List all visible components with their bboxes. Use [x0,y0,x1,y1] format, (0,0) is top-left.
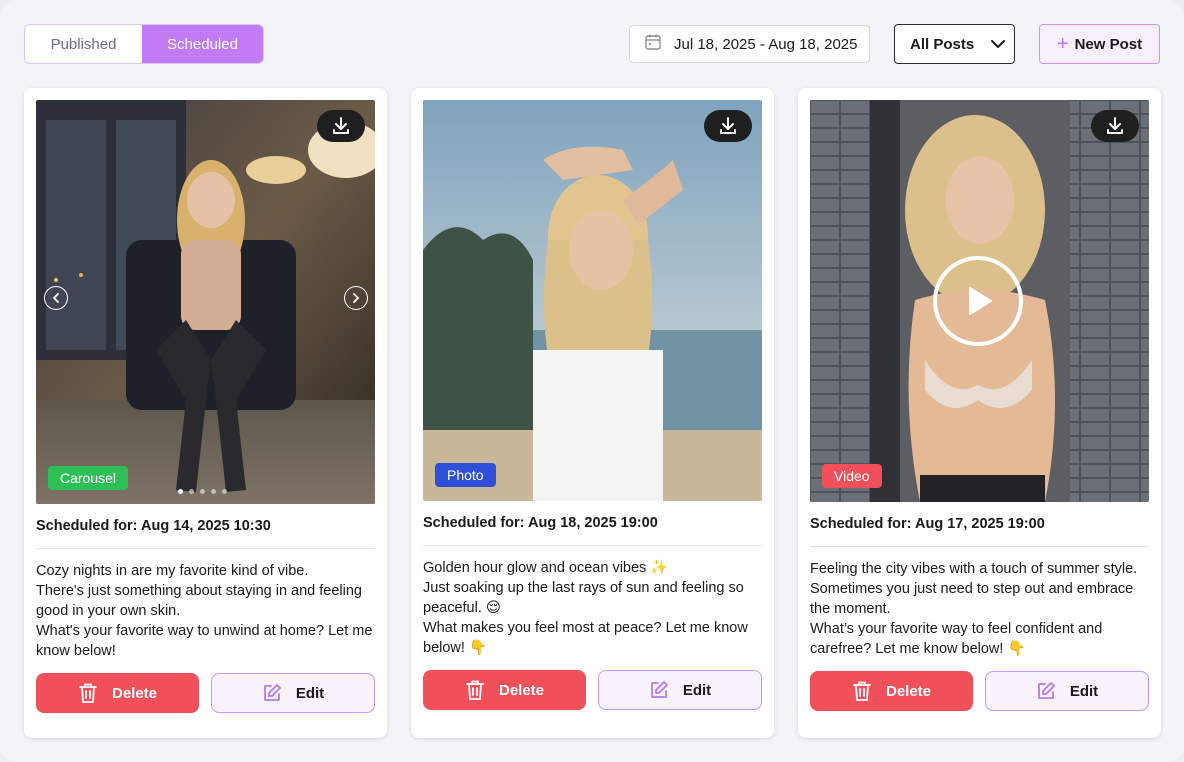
post-card: Video Scheduled for: Aug 17, 2025 19:00 … [798,88,1161,738]
delete-button[interactable]: Delete [36,673,199,713]
edit-label: Edit [1069,682,1099,700]
post-image [36,100,375,504]
divider [423,545,762,546]
chevron-left-icon [52,293,59,303]
download-icon [333,117,349,134]
post-card: Photo Scheduled for: Aug 18, 2025 19:00 … [411,88,774,738]
trash-icon [466,680,484,700]
post-media[interactable]: Carousel [36,100,375,504]
download-icon [720,117,736,134]
carousel-dot[interactable] [211,489,216,494]
status-tabs: Published Scheduled [24,24,264,64]
edit-button[interactable]: Edit [211,673,375,713]
carousel-dot[interactable] [222,489,227,494]
scheduled-time: Scheduled for: Aug 14, 2025 10:30 [36,518,271,534]
carousel-dot[interactable] [189,489,194,494]
scheduled-time: Scheduled for: Aug 17, 2025 19:00 [810,516,1045,532]
filter-label: All Posts [910,35,975,53]
scheduled-time: Scheduled for: Aug 18, 2025 19:00 [423,515,658,531]
trash-icon [853,681,871,701]
new-post-button[interactable]: + New Post [1039,24,1160,64]
post-media[interactable]: Photo [423,100,762,501]
delete-button[interactable]: Delete [810,671,973,711]
trash-icon [79,683,97,703]
delete-label: Delete [498,681,545,699]
download-button[interactable] [704,110,752,142]
edit-button[interactable]: Edit [985,671,1149,711]
post-caption: Feeling the city vibes with a touch of s… [810,559,1155,659]
chevron-right-icon [353,293,360,303]
plus-icon: + [1056,33,1069,55]
post-caption: Cozy nights in are my favorite kind of v… [36,561,381,661]
divider [36,548,375,549]
post-image [423,100,762,501]
carousel-dot[interactable] [178,489,183,494]
media-type-badge: Photo [435,463,496,487]
edit-label: Edit [295,684,325,702]
tab-published[interactable]: Published [25,25,142,63]
date-range-label: Jul 18, 2025 - Aug 18, 2025 [674,35,858,53]
play-icon [969,287,992,315]
post-caption: Golden hour glow and ocean vibes ✨ Just … [423,558,768,658]
calendar-icon [644,33,662,55]
tab-scheduled[interactable]: Scheduled [142,25,263,63]
chevron-down-icon [990,36,1006,53]
edit-button[interactable]: Edit [598,670,762,710]
edit-icon [650,681,668,698]
caption-line: What makes you feel most at peace? Let m… [423,620,748,656]
post-media[interactable]: Video [810,100,1149,502]
edit-icon [263,684,281,701]
play-button[interactable] [933,256,1023,346]
post-filter-dropdown[interactable]: All Posts [894,24,1015,64]
new-post-label: New Post [1074,35,1143,53]
caption-line: Feeling the city vibes with a touch of s… [810,561,1138,617]
post-card: Carousel Scheduled for: Aug 14, 2025 10:… [24,88,387,738]
carousel-prev-button[interactable] [44,286,68,310]
download-icon [1107,117,1123,134]
delete-label: Delete [111,684,158,702]
caption-line: Cozy nights in are my favorite kind of v… [36,563,309,579]
carousel-dots [178,489,227,494]
delete-button[interactable]: Delete [423,670,586,710]
edit-label: Edit [682,681,712,699]
media-type-badge: Video [822,464,882,488]
divider [810,546,1149,547]
caption-line: What's your favorite way to unwind at ho… [36,623,373,659]
caption-line: Golden hour glow and ocean vibes ✨ [423,560,669,576]
caption-line: There's just something about staying in … [36,583,362,619]
delete-label: Delete [885,682,932,700]
caption-line: Just soaking up the last rays of sun and… [423,580,744,616]
download-button[interactable] [317,110,365,142]
carousel-dot[interactable] [200,489,205,494]
download-button[interactable] [1091,110,1139,142]
app-frame: Published Scheduled Jul 18, 2025 - Aug 1… [0,0,1184,762]
date-range-picker[interactable]: Jul 18, 2025 - Aug 18, 2025 [629,25,870,63]
caption-line: What’s your favorite way to feel confide… [810,621,1103,657]
edit-icon [1037,682,1055,699]
media-type-badge: Carousel [48,466,129,490]
carousel-next-button[interactable] [344,286,368,310]
